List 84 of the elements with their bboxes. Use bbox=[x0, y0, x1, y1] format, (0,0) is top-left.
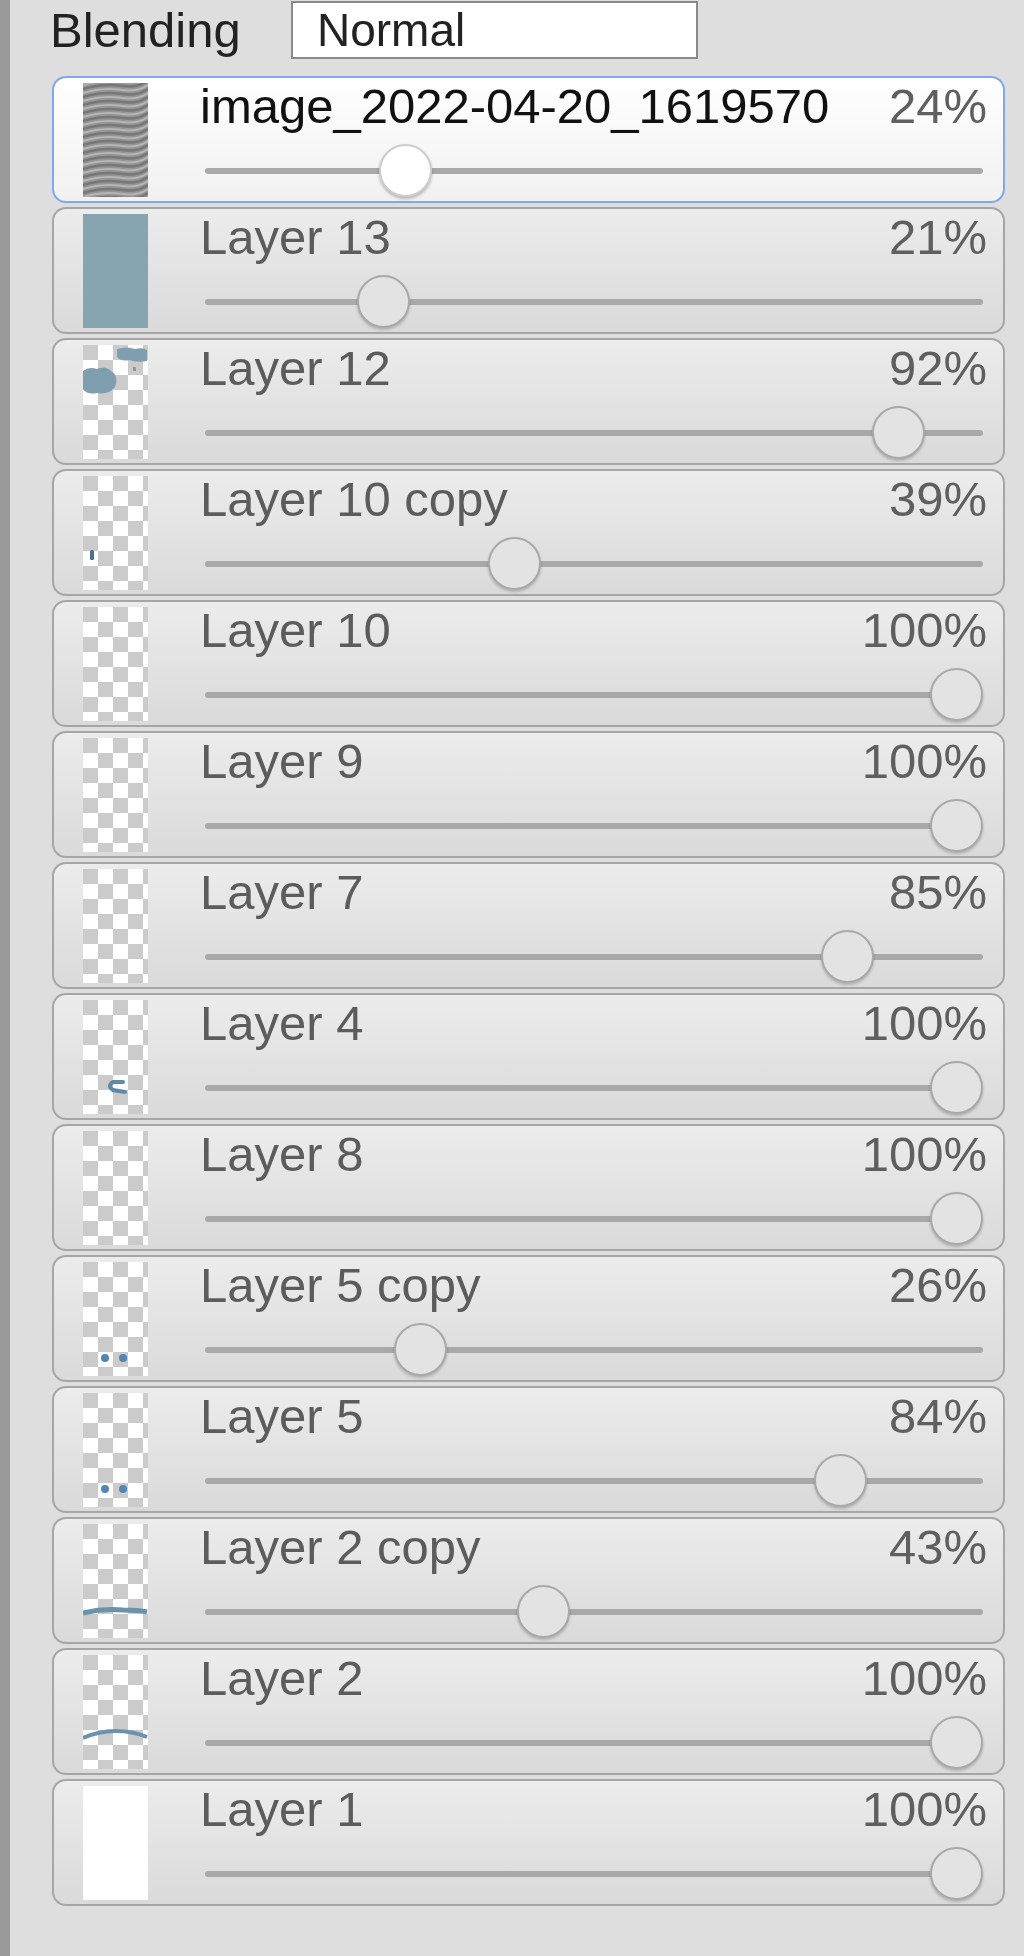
layer-name: image_2022-04-20_1619570 bbox=[200, 78, 830, 134]
opacity-value: 21% bbox=[888, 209, 987, 265]
opacity-slider[interactable] bbox=[205, 1716, 983, 1769]
layer-name: Layer 13 bbox=[200, 209, 391, 265]
checkerboard-thumbnail-icon bbox=[83, 738, 148, 852]
checkerboard-thumbnail-icon bbox=[83, 1262, 148, 1376]
layer-row[interactable]: Layer 8 100% bbox=[52, 1124, 1005, 1251]
slider-thumb[interactable] bbox=[814, 1454, 867, 1507]
layer-name: Layer 2 copy bbox=[200, 1519, 481, 1575]
checkerboard-thumbnail-icon bbox=[83, 869, 148, 983]
opacity-slider[interactable] bbox=[205, 144, 983, 197]
opacity-slider[interactable] bbox=[205, 1847, 983, 1900]
layer-name: Layer 7 bbox=[200, 864, 364, 920]
opacity-slider[interactable] bbox=[205, 537, 983, 590]
opacity-slider[interactable] bbox=[205, 1323, 983, 1376]
opacity-value: 100% bbox=[861, 1126, 987, 1182]
opacity-slider[interactable] bbox=[205, 275, 983, 328]
layer-row[interactable]: Layer 12 92% bbox=[52, 338, 1005, 465]
slider-thumb[interactable] bbox=[487, 537, 541, 590]
slider-thumb[interactable] bbox=[930, 668, 983, 721]
layer-name: Layer 1 bbox=[200, 1781, 364, 1837]
layer-row[interactable]: Layer 5 copy 26% bbox=[52, 1255, 1005, 1382]
slider-thumb[interactable] bbox=[357, 275, 411, 328]
checkerboard-thumbnail-icon bbox=[83, 1393, 148, 1507]
blending-label: Blending bbox=[50, 2, 242, 58]
opacity-slider[interactable] bbox=[205, 668, 983, 721]
opacity-value: 84% bbox=[888, 1388, 987, 1444]
checkerboard-thumbnail-icon bbox=[83, 345, 148, 459]
slider-thumb[interactable] bbox=[393, 1323, 447, 1376]
slider-thumb[interactable] bbox=[516, 1585, 570, 1638]
layer-row[interactable]: Layer 10 copy 39% bbox=[52, 469, 1005, 596]
opacity-slider[interactable] bbox=[205, 930, 983, 983]
opacity-slider[interactable] bbox=[205, 799, 983, 852]
checkerboard-thumbnail-icon bbox=[83, 1524, 148, 1638]
layer-name: Layer 12 bbox=[200, 340, 391, 396]
opacity-value: 24% bbox=[888, 78, 987, 134]
layer-row[interactable]: Layer 1 100% bbox=[52, 1779, 1005, 1906]
layer-row[interactable]: Layer 4 100% bbox=[52, 993, 1005, 1120]
checkerboard-thumbnail-icon bbox=[83, 476, 148, 590]
opacity-value: 100% bbox=[861, 733, 987, 789]
layer-name: Layer 5 bbox=[200, 1388, 364, 1444]
layer-name: Layer 8 bbox=[200, 1126, 364, 1182]
layer-row[interactable]: image_2022-04-20_1619570 24% bbox=[52, 76, 1005, 203]
striped-thumbnail-icon bbox=[83, 83, 148, 197]
opacity-value: 43% bbox=[888, 1519, 987, 1575]
slider-thumb[interactable] bbox=[872, 406, 925, 459]
blend-mode-field[interactable]: Normal bbox=[291, 1, 698, 59]
layer-row[interactable]: Layer 2 100% bbox=[52, 1648, 1005, 1775]
layer-name: Layer 10 bbox=[200, 602, 391, 658]
opacity-value: 100% bbox=[861, 995, 987, 1051]
slider-thumb[interactable] bbox=[930, 799, 983, 852]
layer-row[interactable]: Layer 7 85% bbox=[52, 862, 1005, 989]
opacity-value: 100% bbox=[861, 1781, 987, 1837]
layer-name: Layer 9 bbox=[200, 733, 364, 789]
opacity-slider[interactable] bbox=[205, 1061, 983, 1114]
layer-name: Layer 5 copy bbox=[200, 1257, 481, 1313]
opacity-value: 100% bbox=[861, 602, 987, 658]
opacity-value: 85% bbox=[888, 864, 987, 920]
layer-row[interactable]: Layer 13 21% bbox=[52, 207, 1005, 334]
checkerboard-thumbnail-icon bbox=[83, 607, 148, 721]
layer-row[interactable]: Layer 2 copy 43% bbox=[52, 1517, 1005, 1644]
layer-row[interactable]: Layer 10 100% bbox=[52, 600, 1005, 727]
slider-thumb[interactable] bbox=[930, 1192, 983, 1245]
opacity-value: 39% bbox=[888, 471, 987, 527]
checkerboard-thumbnail-icon bbox=[83, 1000, 148, 1114]
slider-thumb[interactable] bbox=[821, 930, 875, 983]
slider-thumb[interactable] bbox=[379, 144, 432, 197]
opacity-value: 100% bbox=[861, 1650, 987, 1706]
opacity-slider[interactable] bbox=[205, 406, 983, 459]
opacity-slider[interactable] bbox=[205, 1585, 983, 1638]
slider-thumb[interactable] bbox=[930, 1847, 983, 1900]
layer-row[interactable]: Layer 5 84% bbox=[52, 1386, 1005, 1513]
layer-row[interactable]: Layer 9 100% bbox=[52, 731, 1005, 858]
opacity-slider[interactable] bbox=[205, 1192, 983, 1245]
checkerboard-thumbnail-icon bbox=[83, 1655, 148, 1769]
slider-thumb[interactable] bbox=[930, 1061, 983, 1114]
opacity-slider[interactable] bbox=[205, 1454, 983, 1507]
layer-name: Layer 4 bbox=[200, 995, 364, 1051]
opacity-value: 92% bbox=[888, 340, 987, 396]
checkerboard-thumbnail-icon bbox=[83, 1131, 148, 1245]
slider-thumb[interactable] bbox=[930, 1716, 983, 1769]
opacity-value: 26% bbox=[888, 1257, 987, 1313]
layer-name: Layer 10 copy bbox=[200, 471, 508, 527]
layer-name: Layer 2 bbox=[200, 1650, 364, 1706]
